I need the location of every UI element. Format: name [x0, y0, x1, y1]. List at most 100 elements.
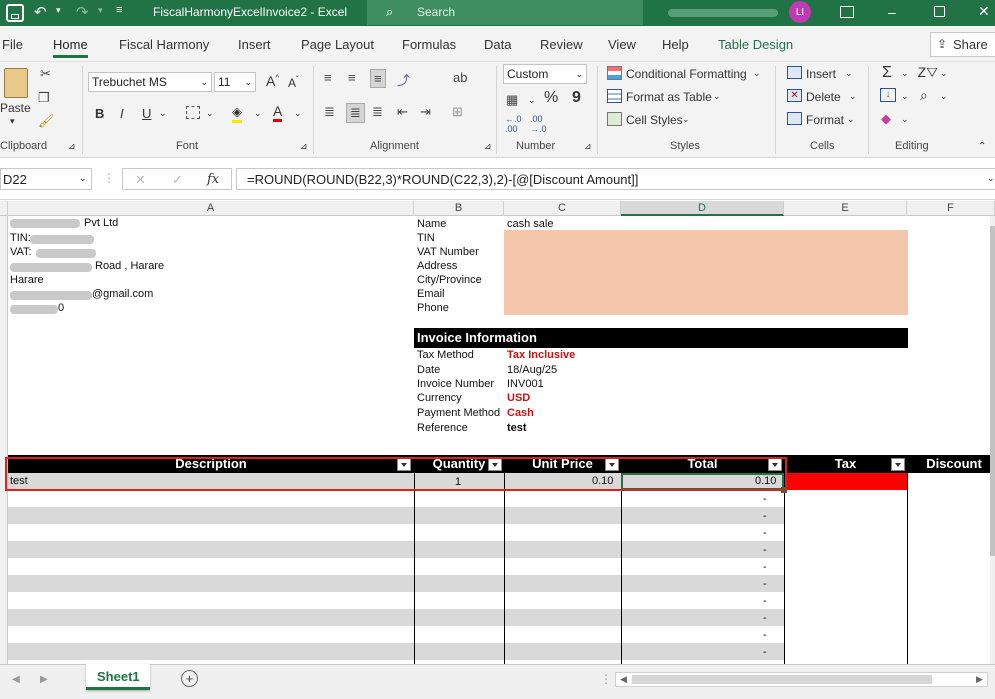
avatar[interactable]: LI	[789, 1, 811, 23]
conditional-formatting-button[interactable]: Conditional Formatting	[626, 67, 747, 81]
autosum-dropdown-icon[interactable]: ⌄	[901, 68, 909, 79]
horizontal-scroll-thumb[interactable]	[632, 675, 932, 684]
tab-review[interactable]: Review	[540, 37, 583, 52]
tab-help[interactable]: Help	[662, 37, 689, 52]
cell-styles-dropdown-icon[interactable]: ⌄	[682, 114, 690, 125]
add-sheet-icon[interactable]: +	[181, 670, 198, 687]
fill-icon[interactable]: ↓	[880, 88, 896, 102]
number-format-select[interactable]: Custom ⌄	[503, 64, 587, 84]
conditional-dropdown-icon[interactable]: ⌄	[753, 68, 761, 79]
fill-dropdown-icon[interactable]: ⌄	[254, 108, 262, 119]
name-box[interactable]: D22 ⌄	[0, 168, 92, 190]
insert-dropdown-icon[interactable]: ⌄	[845, 68, 853, 79]
autosum-icon[interactable]: Σ	[882, 64, 892, 82]
horizontal-scrollbar[interactable]: ◀ ▶	[615, 672, 988, 687]
paste-dropdown-icon[interactable]: ▾	[10, 116, 15, 127]
wrap-text-icon[interactable]: ab	[453, 70, 467, 85]
format-button[interactable]: Format	[806, 113, 844, 127]
comma-style-button[interactable]: 9	[572, 89, 581, 107]
decrease-indent-icon[interactable]: ⇤	[397, 104, 408, 120]
filter-tax-icon[interactable]	[891, 458, 905, 471]
select-all-corner[interactable]	[0, 201, 8, 216]
decrease-font-icon[interactable]: Aˇ	[288, 75, 299, 90]
tax-cell-red[interactable]	[784, 473, 907, 490]
font-color-dropdown-icon[interactable]: ⌄	[294, 108, 302, 119]
clear-dropdown-icon[interactable]: ⌄	[901, 114, 909, 125]
format-dropdown-icon[interactable]: ⌄	[847, 114, 855, 125]
cell-styles-button[interactable]: Cell Styles	[626, 113, 683, 127]
increase-indent-icon[interactable]: ⇥	[420, 104, 431, 120]
font-name-select[interactable]: Trebuchet MS ⌄	[88, 72, 212, 92]
font-launcher-icon[interactable]: ⊿	[300, 141, 308, 152]
accounting-format-icon[interactable]: ▦	[506, 92, 518, 108]
align-right-icon[interactable]: ≣	[372, 104, 383, 120]
find-select-icon[interactable]: ⌕	[920, 87, 928, 104]
header-discount[interactable]: Discount	[913, 455, 995, 473]
underline-button[interactable]: U	[142, 106, 151, 121]
share-button[interactable]: ⇪ Share	[930, 32, 995, 57]
enter-icon[interactable]: ✓	[172, 172, 183, 188]
scroll-tabs-right-icon[interactable]: ▶	[40, 674, 48, 685]
find-dropdown-icon[interactable]: ⌄	[940, 91, 948, 102]
search-box[interactable]: ⌕ Search	[367, 0, 643, 25]
paste-label[interactable]: Paste	[0, 101, 31, 115]
scroll-right-icon[interactable]: ▶	[976, 674, 983, 685]
restore-icon[interactable]	[934, 6, 945, 17]
column-header-d[interactable]: D	[621, 201, 784, 216]
format-painter-icon[interactable]: 🖌	[38, 113, 55, 129]
formula-input[interactable]: =ROUND(ROUND(B22,3)*ROUND(C22,3),2)-[@[D…	[236, 168, 995, 190]
accounting-dropdown-icon[interactable]: ⌄	[528, 95, 536, 106]
paste-icon[interactable]	[4, 68, 28, 98]
header-tax[interactable]: Tax	[784, 455, 907, 473]
table-row[interactable]	[8, 609, 784, 626]
vertical-scroll-thumb[interactable]	[990, 226, 995, 556]
save-icon[interactable]	[6, 4, 24, 22]
sheet-tab-sheet1[interactable]: Sheet1	[86, 664, 150, 690]
tab-formulas[interactable]: Formulas	[402, 37, 456, 52]
alignment-launcher-icon[interactable]: ⊿	[484, 141, 492, 152]
increase-decimal-icon[interactable]: ←.0.00	[505, 114, 522, 134]
borders-dropdown-icon[interactable]: ⌄	[206, 108, 214, 119]
delete-button[interactable]: Delete	[806, 90, 841, 104]
column-header-c[interactable]: C	[504, 201, 621, 216]
percent-style-button[interactable]: %	[544, 89, 558, 107]
clear-icon[interactable]: ◆	[881, 111, 891, 127]
table-row[interactable]	[8, 541, 784, 558]
fill-dropdown-icon-2[interactable]: ⌄	[901, 91, 909, 102]
underline-dropdown-icon[interactable]: ⌄	[159, 108, 167, 119]
italic-button[interactable]: I	[120, 106, 124, 121]
number-launcher-icon[interactable]: ⊿	[584, 141, 592, 152]
middle-align-icon[interactable]: ≡	[348, 70, 356, 85]
tab-view[interactable]: View	[608, 37, 636, 52]
tab-page-layout[interactable]: Page Layout	[301, 37, 374, 52]
merge-center-icon[interactable]: ⊞	[452, 104, 463, 120]
format-as-table-button[interactable]: Format as Table	[626, 90, 712, 104]
column-header-b[interactable]: B	[414, 201, 504, 216]
table-row[interactable]	[8, 575, 784, 592]
increase-font-icon[interactable]: A^	[266, 73, 279, 89]
tab-file[interactable]: File	[2, 37, 23, 52]
minimize-icon[interactable]: –	[888, 4, 896, 20]
cut-icon[interactable]: ✂	[40, 66, 51, 82]
font-color-icon[interactable]: A	[273, 103, 283, 122]
cell-styles-icon[interactable]	[607, 112, 622, 126]
table-row[interactable]	[8, 643, 784, 660]
format-table-dropdown-icon[interactable]: ⌄	[713, 91, 721, 102]
format-as-table-icon[interactable]	[607, 89, 622, 103]
borders-icon[interactable]	[186, 106, 200, 119]
tab-insert[interactable]: Insert	[238, 37, 271, 52]
insert-cells-icon[interactable]	[787, 66, 802, 79]
sort-filter-icon[interactable]: Ꮓ▽	[918, 65, 938, 81]
scroll-tabs-left-icon[interactable]: ◀	[12, 674, 20, 685]
delete-dropdown-icon[interactable]: ⌄	[849, 91, 857, 102]
insert-button[interactable]: Insert	[806, 67, 836, 81]
sort-filter-dropdown-icon[interactable]: ⌄	[940, 68, 948, 79]
clipboard-launcher-icon[interactable]: ⊿	[68, 141, 76, 152]
align-center-icon[interactable]: ≣	[346, 103, 365, 123]
conditional-formatting-icon[interactable]	[607, 66, 622, 80]
decrease-decimal-icon[interactable]: .00 →.0	[530, 114, 547, 134]
tab-fiscal-harmony[interactable]: Fiscal Harmony	[119, 37, 209, 52]
tab-table-design[interactable]: Table Design	[718, 37, 793, 52]
undo-dropdown-icon[interactable]: ▾	[56, 5, 61, 16]
copy-icon[interactable]: ❐	[38, 90, 50, 106]
